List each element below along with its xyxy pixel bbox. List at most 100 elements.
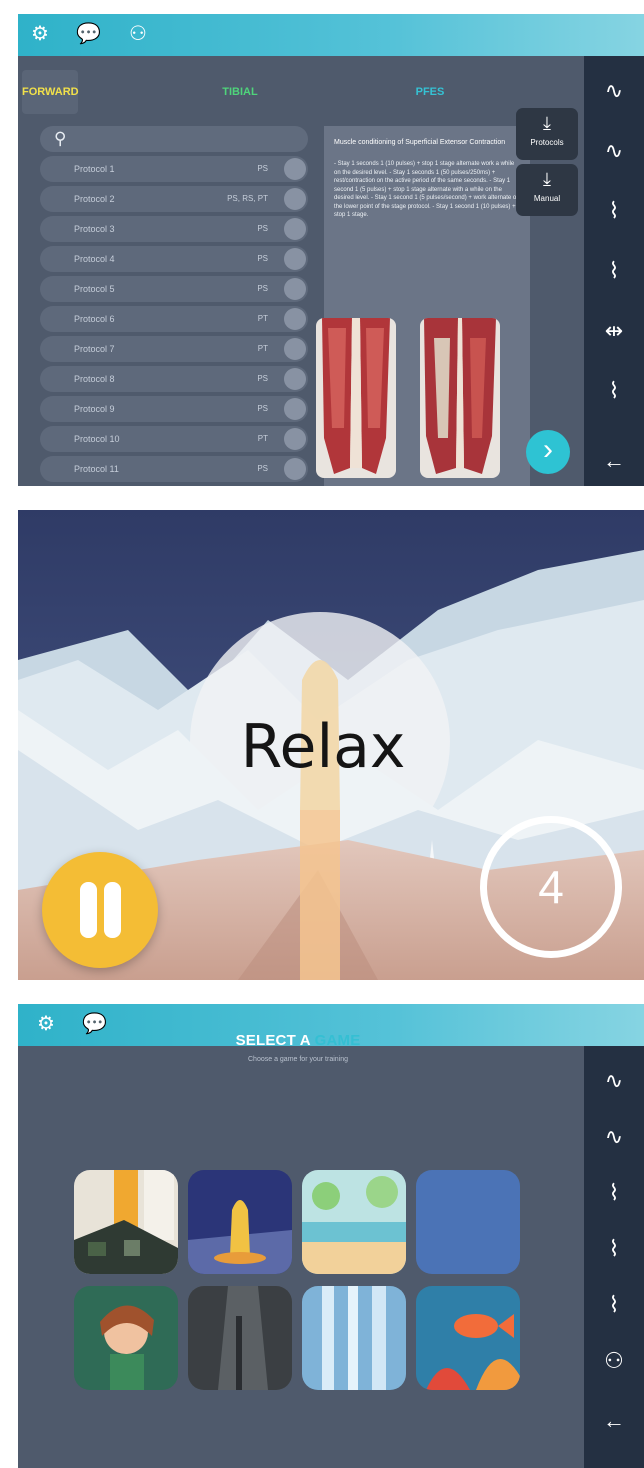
protocol-meta: PS xyxy=(257,224,268,233)
tab-pfes[interactable]: PFES xyxy=(402,70,458,114)
muscle-image-front xyxy=(316,318,396,478)
protocol-meta: PS, RS, PT xyxy=(227,194,268,203)
mode-rail: ∿ ∿ ⌇ ⌇ ⌇ ⚇ ← xyxy=(584,1046,644,1468)
pause-icon xyxy=(80,882,97,938)
protocol-meta: PT xyxy=(257,314,268,323)
protocol-label: Protocol 9 xyxy=(74,404,115,414)
protocols-button[interactable]: ⤓ Protocols xyxy=(516,108,578,160)
countdown-timer: 4 xyxy=(480,816,622,958)
back-arrow-icon[interactable]: ← xyxy=(584,448,644,474)
protocol-info-button[interactable] xyxy=(284,398,306,420)
protocol-info-button[interactable] xyxy=(284,278,306,300)
stimulation-strong-icon[interactable]: ⌇ xyxy=(584,1292,644,1318)
game-tile-city[interactable] xyxy=(74,1170,178,1274)
chevron-right-icon: › xyxy=(543,433,553,466)
protocol-label: Protocol 8 xyxy=(74,374,115,384)
protocol-meta: PT xyxy=(257,344,268,353)
users-icon[interactable]: ⚇ xyxy=(584,1348,644,1374)
protocol-meta: PS xyxy=(257,284,268,293)
protocol-row[interactable]: Protocol 7 PT xyxy=(40,336,308,362)
stimulation-icon[interactable]: ⌇ xyxy=(584,198,644,224)
stimulation-bidirectional-icon[interactable]: ⇹ xyxy=(584,318,644,344)
protocol-info-button[interactable] xyxy=(284,218,306,240)
title-main: SELECT A xyxy=(235,1032,315,1049)
countdown-value: 4 xyxy=(538,861,564,913)
description-title: Muscle conditioning of Superficial Exten… xyxy=(334,139,506,146)
pause-icon xyxy=(104,882,121,938)
protocol-row[interactable]: Protocol 11 PS xyxy=(40,456,308,482)
relax-game-screen: Relax 4 xyxy=(18,510,644,980)
emg-wave-icon[interactable]: ∿ xyxy=(584,1124,644,1150)
relax-prompt: Relax xyxy=(240,712,406,782)
protocol-info-button[interactable] xyxy=(284,428,306,450)
stimulation-icon[interactable]: ⌇ xyxy=(584,1180,644,1206)
back-arrow-icon[interactable]: ← xyxy=(584,1408,644,1434)
protocol-label: Protocol 6 xyxy=(74,314,115,324)
protocol-info-button[interactable] xyxy=(284,458,306,480)
protocol-label: Protocol 1 xyxy=(74,164,115,174)
download-icon: ⤓ xyxy=(543,113,551,133)
game-tile-fish[interactable] xyxy=(416,1286,520,1390)
protocol-info-button[interactable] xyxy=(284,368,306,390)
protocol-row[interactable]: Protocol 5 PS xyxy=(40,276,308,302)
page-title: SELECT A GAME xyxy=(18,1032,578,1049)
protocol-label: Protocol 11 xyxy=(74,464,119,474)
emg-wave-icon[interactable]: ∿ xyxy=(584,138,644,164)
next-button[interactable]: › xyxy=(526,430,570,474)
top-bar: ⚙ 💬 ⚇ xyxy=(18,14,644,56)
protocols-button-label: Protocols xyxy=(530,138,564,147)
protocol-row[interactable]: Protocol 9 PS xyxy=(40,396,308,422)
protocol-row[interactable]: Protocol 6 PT xyxy=(40,306,308,332)
stimulation-alt-icon[interactable]: ⌇ xyxy=(584,1236,644,1262)
protocol-info-button[interactable] xyxy=(284,158,306,180)
protocol-row[interactable]: Protocol 1 PS xyxy=(40,156,308,182)
stimulation-alt-icon[interactable]: ⌇ xyxy=(584,258,644,284)
protocol-row[interactable]: Protocol 2 PS, RS, PT xyxy=(40,186,308,212)
manual-button-label: Manual xyxy=(533,194,561,203)
protocol-meta: PT xyxy=(257,434,268,443)
emg-pulse-icon[interactable]: ∿ xyxy=(584,1068,644,1094)
tab-tibial[interactable]: TIBIAL xyxy=(212,70,268,114)
game-tile-blank[interactable] xyxy=(416,1170,520,1274)
tab-tibial-label: TIBIAL xyxy=(222,86,258,98)
protocol-screen: ⚙ 💬 ⚇ FORWARD TIBIAL PFES ⚲ Protocol 1 PS… xyxy=(18,14,644,486)
game-select-screen: ⚙ 💬 SELECT A GAME Choose a game for your… xyxy=(18,1004,644,1468)
game-tile-waterfall[interactable] xyxy=(302,1286,406,1390)
protocol-meta: PS xyxy=(257,404,268,413)
tab-forward[interactable]: FORWARD xyxy=(22,70,79,114)
tab-pfes-label: PFES xyxy=(415,86,445,98)
protocol-row[interactable]: Protocol 8 PS xyxy=(40,366,308,392)
emg-pulse-icon[interactable]: ∿ xyxy=(584,78,644,104)
protocol-tabs: FORWARD TIBIAL PFES xyxy=(22,70,522,114)
game-tile-beach[interactable] xyxy=(302,1170,406,1274)
game-tile-cave[interactable] xyxy=(188,1286,292,1390)
stimulation-strong-icon[interactable]: ⌇ xyxy=(584,378,644,404)
protocol-info-button[interactable] xyxy=(284,248,306,270)
protocol-row[interactable]: Protocol 10 PT xyxy=(40,426,308,452)
search-icon: ⚲ xyxy=(54,129,67,148)
protocol-label: Protocol 2 xyxy=(74,194,115,204)
protocol-label: Protocol 7 xyxy=(74,344,115,354)
protocol-row[interactable]: Protocol 4 PS xyxy=(40,246,308,272)
protocol-meta: PS xyxy=(257,464,268,473)
game-tile-girl[interactable] xyxy=(74,1286,178,1390)
chat-icon[interactable]: 💬 xyxy=(76,22,101,46)
title-accent: GAME xyxy=(314,1032,361,1049)
protocol-info-button[interactable] xyxy=(284,188,306,210)
protocol-label: Protocol 10 xyxy=(74,434,120,444)
protocol-info-button[interactable] xyxy=(284,308,306,330)
search-input[interactable]: ⚲ xyxy=(40,126,308,152)
pause-button[interactable] xyxy=(42,852,158,968)
manual-button[interactable]: ⤓ Manual xyxy=(516,164,578,216)
gear-icon[interactable]: ⚙ xyxy=(28,22,52,46)
mode-rail: ∿ ∿ ⌇ ⌇ ⇹ ⌇ ← xyxy=(584,56,644,486)
protocol-meta: PS xyxy=(257,164,268,173)
protocol-row[interactable]: Protocol 3 PS xyxy=(40,216,308,242)
protocol-info-button[interactable] xyxy=(284,338,306,360)
page-subtitle: Choose a game for your training xyxy=(248,1056,348,1063)
tab-forward-label: FORWARD xyxy=(22,86,79,98)
users-icon[interactable]: ⚇ xyxy=(126,22,150,46)
game-tile-rocket[interactable] xyxy=(188,1170,292,1274)
description-text: - Stay 1 seconds 1 (10 pulses) + stop 1 … xyxy=(334,161,520,218)
protocol-label: Protocol 4 xyxy=(74,254,115,264)
